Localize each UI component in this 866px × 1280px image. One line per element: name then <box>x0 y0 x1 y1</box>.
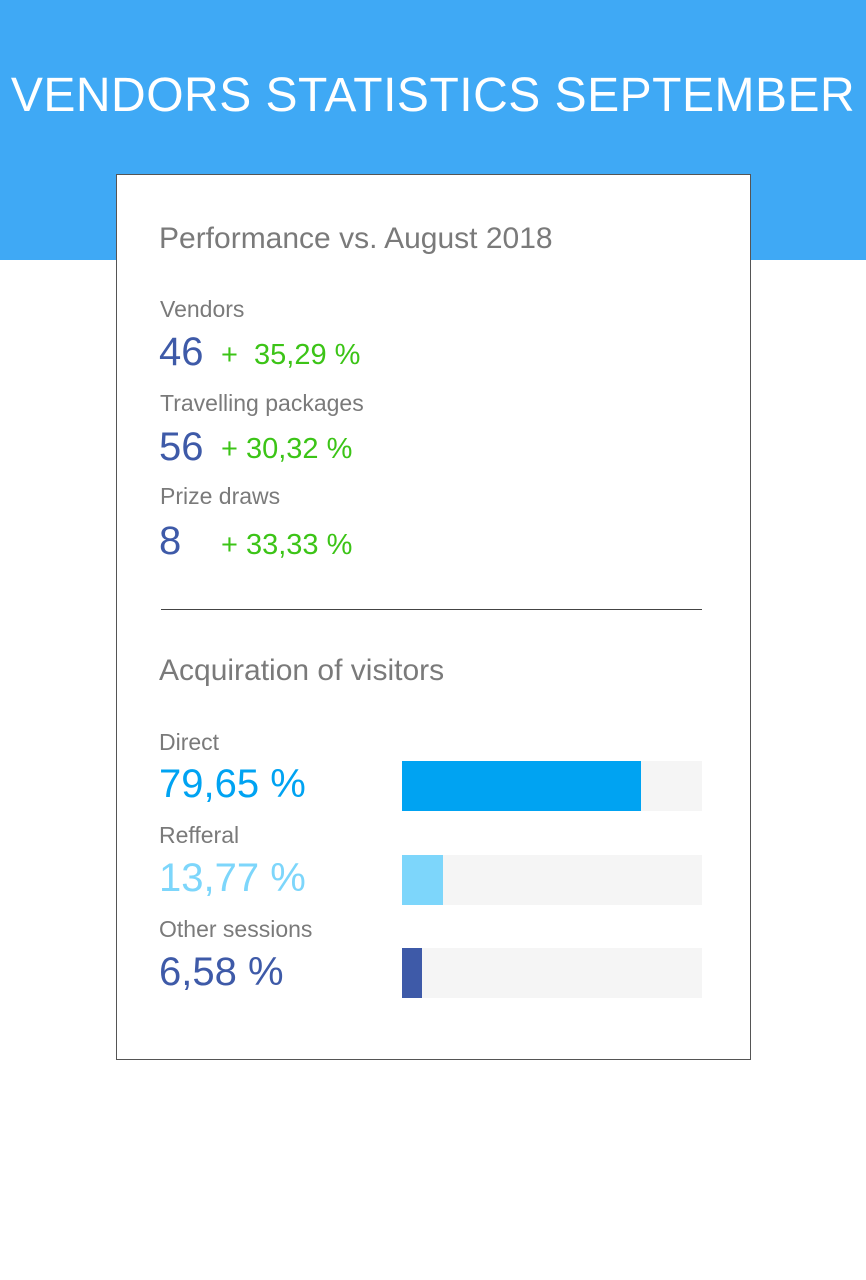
metric-label-travelling-packages: Travelling packages <box>160 390 364 416</box>
bar-track-direct <box>402 761 702 811</box>
acq-value-refferal: 13,77 % <box>159 856 306 900</box>
metric-change-prize-draws: + 33,33 % <box>221 529 353 561</box>
metric-change-travelling-packages: + 30,32 % <box>221 433 353 465</box>
acquisition-title: Acquiration of visitors <box>159 654 445 687</box>
metric-label-vendors: Vendors <box>160 296 245 322</box>
bar-track-other-sessions <box>402 948 702 998</box>
acq-value-direct: 79,65 % <box>159 762 306 806</box>
acq-label-other-sessions: Other sessions <box>159 916 313 942</box>
acq-label-direct: Direct <box>159 729 220 755</box>
bar-track-refferal <box>402 855 702 905</box>
bar-other-sessions <box>402 948 422 998</box>
metric-value-prize-draws: 8 <box>159 519 182 563</box>
performance-title: Performance vs. August 2018 <box>159 222 553 255</box>
acq-value-other-sessions: 6,58 % <box>159 950 284 994</box>
stats-card: Performance vs. August 2018 Vendors 46 +… <box>116 174 751 1060</box>
page-title: VENDORS STATISTICS SEPTEMBER <box>10 69 856 122</box>
metric-value-travelling-packages: 56 <box>159 425 204 469</box>
metric-value-vendors: 46 <box>159 330 204 374</box>
bar-direct <box>402 761 641 811</box>
section-divider <box>161 609 702 610</box>
metric-change-vendors: + 35,29 % <box>221 339 361 371</box>
metric-label-prize-draws: Prize draws <box>160 483 281 509</box>
acq-label-refferal: Refferal <box>159 822 240 848</box>
bar-refferal <box>402 855 443 905</box>
